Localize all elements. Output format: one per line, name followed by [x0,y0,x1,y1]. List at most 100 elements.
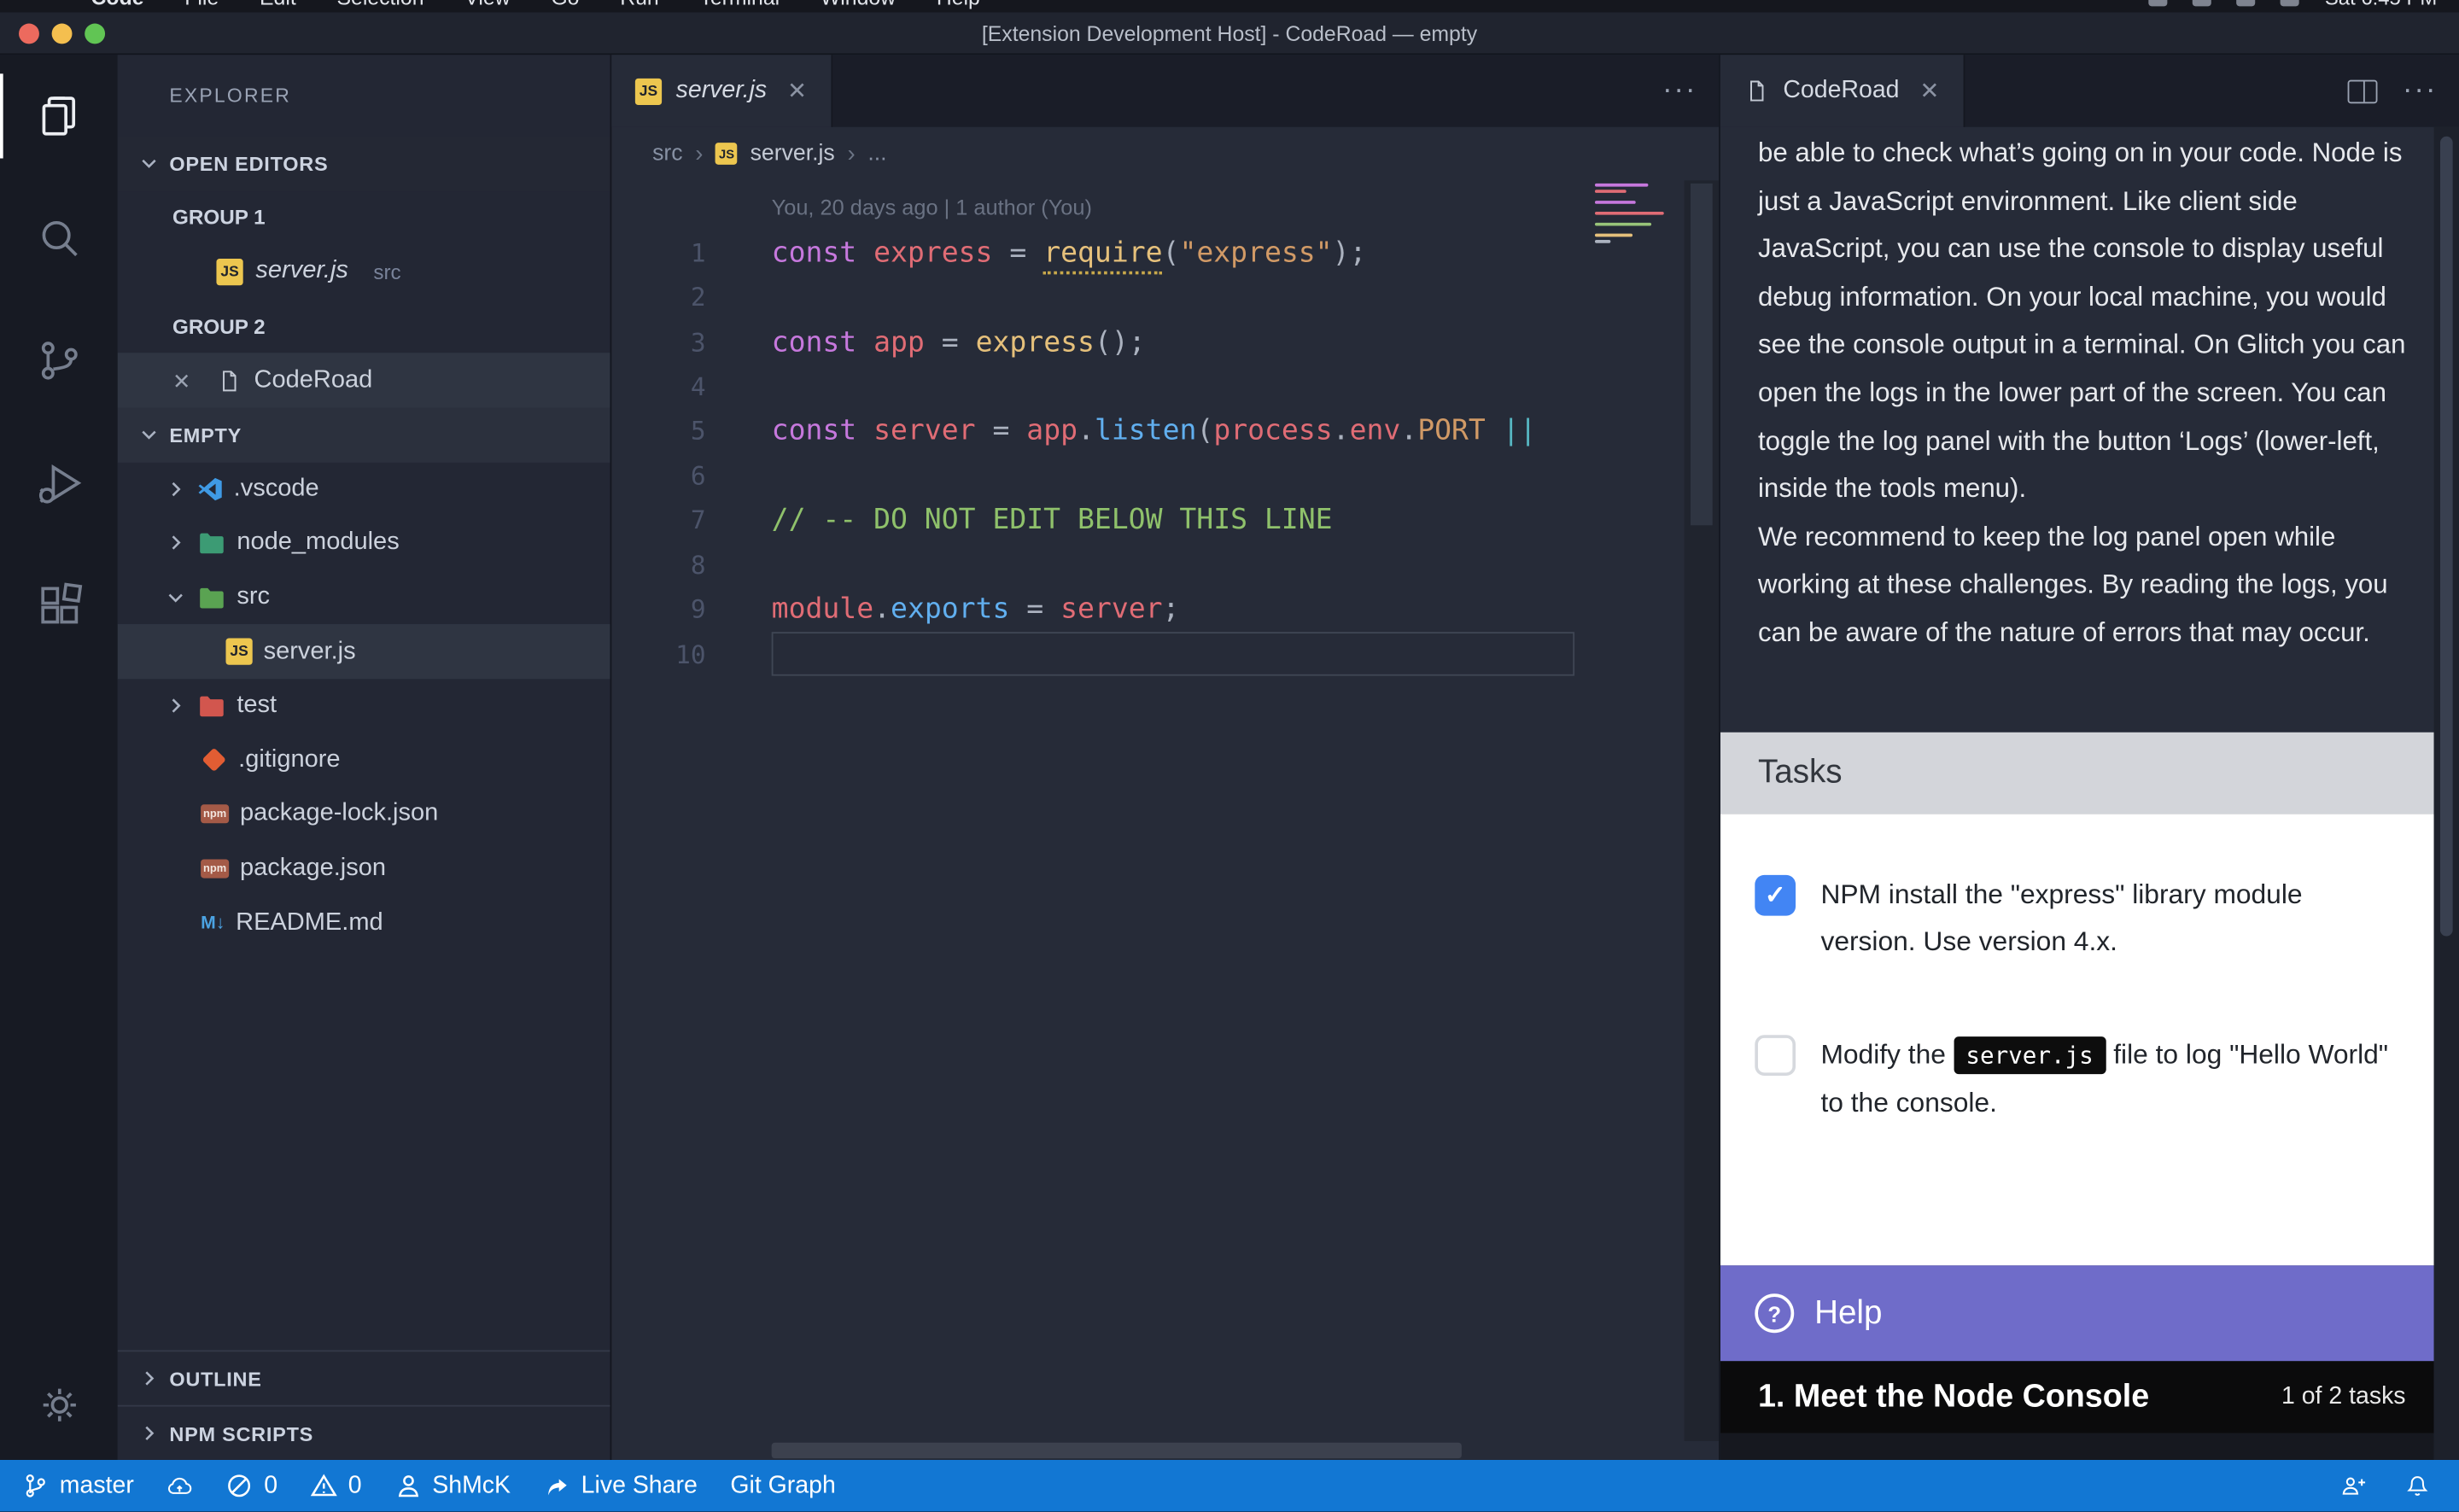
title-bar[interactable]: [Extension Development Host] - CodeRoad … [0,13,2459,55]
status-person-add[interactable] [2339,1473,2366,1499]
code-editor[interactable]: You, 20 days ago | 1 author (You) 1const… [611,180,1719,1460]
tree-item-gitignore[interactable]: .gitignore [118,733,610,788]
menu-item-selection[interactable]: Selection [336,0,423,9]
npm-scripts-section-header[interactable]: NPM SCRIPTS [118,1405,610,1460]
tree-item-readme-md[interactable]: M↓README.md [118,896,610,950]
code-line-4[interactable]: 4 [611,365,1719,409]
codelens-annotation[interactable]: You, 20 days ago | 1 author (You) [772,190,1719,231]
scrollbar-thumb[interactable] [1691,184,1713,525]
status-cloud-upload[interactable] [166,1473,193,1499]
split-editor-icon[interactable] [2348,79,2378,103]
code-line-6[interactable]: 6 [611,453,1719,498]
zoom-window-button[interactable] [85,24,105,44]
webview-scrollbar[interactable] [2434,127,2459,1460]
tree-item-node-modules[interactable]: node_modules [118,517,610,571]
code-line-2[interactable]: 2 [611,275,1719,319]
task-checkbox[interactable] [1755,1035,1796,1076]
activity-bar-bottom [0,1350,118,1460]
breadcrumb-item-item[interactable]: ... [867,141,886,166]
scrollbar-thumb[interactable] [2440,137,2453,937]
open-editor-label: server.js [255,258,348,286]
activity-item-extensions[interactable] [0,544,118,666]
outline-section-header[interactable]: OUTLINE [118,1350,610,1404]
code-line-8[interactable]: 8 [611,543,1719,587]
editor-vertical-scrollbar[interactable] [1685,180,1719,1441]
menu-item-run[interactable]: Run [620,0,658,9]
menu-item-terminal[interactable]: Terminal [699,0,780,9]
file-tree: .vscodenode_modulessrcJSserver.jstest.gi… [118,462,610,950]
warning-icon [311,1473,337,1499]
code-token [1486,415,1503,448]
activity-item-settings[interactable] [0,1350,118,1460]
code-line-10[interactable]: 10 [611,632,1719,676]
open-editors-header[interactable]: OPEN EDITORS [118,137,610,191]
activity-item-search[interactable] [0,178,118,300]
editor-horizontal-scrollbar[interactable] [709,1441,1684,1460]
tasks-list: ✓NPM install the "express" library modul… [1720,814,2434,1265]
menu-item-go[interactable]: Go [551,0,579,9]
activity-item-explorer[interactable] [0,55,118,177]
tree-item-label: package.json [240,855,386,883]
menu-item-window[interactable]: Window [821,0,896,9]
breadcrumb-item-server-js[interactable]: server.js [751,141,835,166]
code-line-7[interactable]: 7// -- DO NOT EDIT BELOW THIS LINE [611,498,1719,542]
menubar-status-icon[interactable] [2193,0,2212,5]
menu-item-view[interactable]: View [464,0,510,9]
code-token [1043,593,1060,627]
live-share-icon [544,1473,570,1499]
task-checkbox[interactable]: ✓ [1755,875,1796,916]
status-bell[interactable] [2404,1473,2431,1499]
menu-item-code[interactable]: Code [91,0,144,9]
more-actions-icon[interactable]: ··· [2403,73,2437,108]
tree-item-src[interactable]: src [118,570,610,625]
status-0[interactable]: 0 [226,1472,277,1500]
close-window-button[interactable] [19,24,39,44]
status-live-share[interactable]: Live Share [544,1472,698,1500]
workspace-section-header[interactable]: EMPTY [118,407,610,462]
tab-server-js[interactable]: JS server.js ✕ [611,55,832,126]
status-shmck[interactable]: ShMcK [394,1472,511,1500]
tree-item-vscode[interactable]: .vscode [118,462,610,517]
code-line-9[interactable]: 9module.exports = server; [611,587,1719,632]
menubar-clock[interactable]: Sat 6:45 PM [2325,0,2437,9]
close-editor-icon[interactable]: ✕ [172,370,204,392]
code-line-5[interactable]: 5const server = app.listen(process.env.P… [611,409,1719,453]
menubar-status-icon[interactable] [2281,0,2299,5]
open-editor-coderoad[interactable]: ✕CodeRoad [118,353,610,408]
sidebar-title: EXPLORER [118,55,610,137]
minimize-window-button[interactable] [52,24,73,44]
breadcrumb[interactable]: src›JSserver.js›... [611,127,1719,180]
js-icon: JS [225,639,252,665]
menu-item-help[interactable]: Help [937,0,980,9]
js-icon: JS [216,259,242,285]
scrollbar-thumb[interactable] [772,1443,1462,1458]
breadcrumb-item-src[interactable]: src [652,141,683,166]
tree-item-test[interactable]: test [118,679,610,733]
menubar-status-icon[interactable] [2237,0,2256,5]
status-bar-left: master 0 0 ShMcK Live Share Git Graph [0,1472,836,1500]
menu-item-file[interactable]: File [184,0,219,9]
code-line-3[interactable]: 3const app = express(); [611,319,1719,364]
menu-item-edit[interactable]: Edit [260,0,296,9]
code-token [856,236,873,270]
open-editor-server-js[interactable]: JSserver.jssrc [118,245,610,300]
file-icon [216,368,241,393]
person-icon [394,1473,421,1499]
status-0[interactable]: 0 [311,1472,362,1500]
activity-item-source-control[interactable] [0,300,118,422]
close-tab-icon[interactable]: ✕ [1919,77,1939,105]
more-actions-icon[interactable]: ··· [1662,73,1697,108]
minimap-line [1595,189,1627,192]
status-master[interactable]: master [22,1472,134,1500]
code-line-1[interactable]: 1const express = require("express"); [611,231,1719,275]
activity-item-run-debug[interactable] [0,422,118,544]
tab-coderoad[interactable]: CodeRoad ✕ [1720,55,1965,126]
tree-item-package-json[interactable]: npmpackage.json [118,842,610,896]
status-git-graph[interactable]: Git Graph [730,1472,835,1500]
menubar-status-icon[interactable] [2149,0,2168,5]
tree-item-server-js[interactable]: JSserver.js [118,625,610,680]
minimap[interactable] [1587,184,1681,1438]
help-accordion[interactable]: ? Help [1720,1265,2434,1361]
tree-item-package-lock-json[interactable]: npmpackage-lock.json [118,787,610,842]
close-tab-icon[interactable]: ✕ [787,77,807,105]
